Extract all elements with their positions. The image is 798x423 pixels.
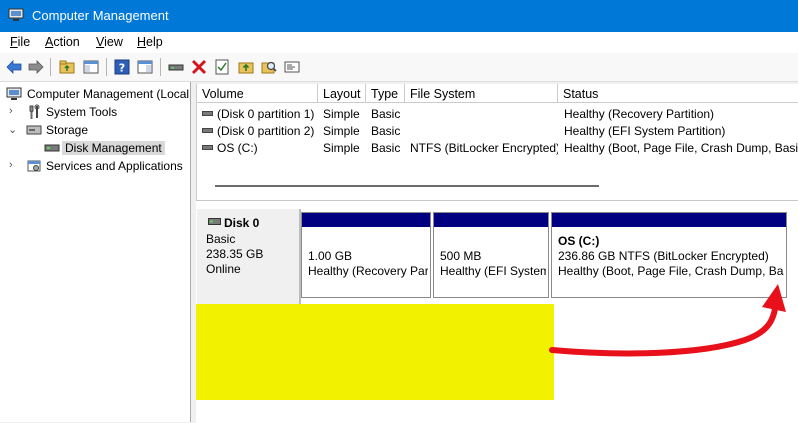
column-header-status[interactable]: Status: [558, 84, 798, 103]
column-header-volume[interactable]: Volume: [197, 84, 318, 103]
partition-recovery[interactable]: 1.00 GB Healthy (Recovery Par: [301, 212, 431, 298]
tree-item-label: Computer Management (Local: [27, 87, 190, 101]
svg-text:?: ?: [119, 62, 125, 75]
volume-list: Volume Layout Type File System Status (D…: [196, 84, 798, 200]
layout-cell: Simple: [323, 107, 360, 121]
status-cell: Healthy (EFI System Partition): [564, 124, 726, 138]
tree-item-label: Storage: [46, 123, 89, 137]
table-row[interactable]: OS (C:) Simple Basic NTFS (BitLocker Enc…: [197, 139, 798, 156]
column-header-type[interactable]: Type: [366, 84, 405, 103]
show-hide-action-pane-icon[interactable]: [136, 58, 154, 76]
volume-cell: OS (C:): [217, 141, 258, 155]
menu-view[interactable]: View: [96, 35, 123, 49]
forward-icon[interactable]: [27, 58, 45, 76]
tree-item-system-tools[interactable]: › System Tools: [0, 103, 190, 121]
disk-name: Disk 0: [224, 216, 260, 230]
disk-type: Basic: [206, 232, 236, 246]
toolbar-separator: [106, 58, 107, 76]
partition-status: Healthy (Boot, Page File, Crash Dump, Ba…: [558, 264, 784, 278]
back-icon[interactable]: [5, 58, 23, 76]
disk-management-icon: [44, 144, 60, 152]
partition-header-bar: [302, 213, 430, 227]
toolbar: ?: [0, 53, 798, 82]
services-icon: [27, 160, 41, 172]
tree-item-computer-management[interactable]: Computer Management (Local: [0, 85, 190, 103]
chevron-right-icon[interactable]: ›: [9, 159, 19, 171]
title-bar: Computer Management: [0, 0, 798, 32]
volume-cell: (Disk 0 partition 2): [217, 124, 315, 138]
navigation-tree: Computer Management (Local › System Tool…: [0, 82, 191, 422]
volume-icon: [202, 128, 213, 133]
partition-size: 236.86 GB NTFS (BitLocker Encrypted): [558, 249, 769, 263]
status-cell: Healthy (Boot, Page File, Crash Dump, Ba…: [564, 141, 798, 155]
computer-management-icon: [8, 8, 24, 21]
toolbar-separator: [160, 58, 161, 76]
tree-item-label: Disk Management: [62, 141, 165, 155]
partition-name: OS (C:): [558, 234, 600, 248]
show-hide-tree-icon[interactable]: [82, 58, 100, 76]
tree-item-services-and-applications[interactable]: › Services and Applications: [0, 157, 190, 175]
partition-status: Healthy (EFI System: [440, 264, 546, 278]
delete-icon[interactable]: [190, 58, 208, 76]
column-header-file-system[interactable]: File System: [405, 84, 558, 103]
menu-file[interactable]: File: [10, 35, 30, 49]
search-icon[interactable]: [260, 58, 278, 76]
tree-item-label: System Tools: [46, 105, 118, 119]
tree-item-storage[interactable]: ⌄ Storage: [0, 121, 190, 139]
layout-cell: Simple: [323, 124, 360, 138]
partition-size: 1.00 GB: [308, 249, 353, 263]
column-header-layout[interactable]: Layout: [318, 84, 366, 103]
partition-header-bar: [552, 213, 786, 227]
partition-header-bar: [434, 213, 548, 227]
menu-bar: File Action View Help: [0, 32, 798, 53]
type-cell: Basic: [371, 107, 401, 121]
window-title: Computer Management: [32, 8, 169, 23]
type-cell: Basic: [371, 141, 401, 155]
partition-efi[interactable]: 500 MB Healthy (EFI System: [433, 212, 549, 298]
horizontal-scrollbar[interactable]: [215, 185, 599, 187]
tree-item-disk-management[interactable]: Disk Management: [0, 139, 190, 157]
tree-item-label: Services and Applications: [46, 159, 183, 173]
disk-icon: [208, 218, 221, 225]
tools-icon: [29, 104, 40, 119]
volume-icon: [202, 145, 213, 150]
folder-up-icon[interactable]: [237, 58, 255, 76]
connect-drive-icon[interactable]: [167, 58, 185, 76]
layout-cell: Simple: [323, 141, 360, 155]
file-system-cell: NTFS (BitLocker Encrypted): [410, 141, 558, 155]
disk-size: 238.35 GB: [206, 247, 264, 261]
table-row[interactable]: (Disk 0 partition 1) Simple Basic Health…: [197, 105, 798, 122]
volume-icon: [202, 111, 213, 116]
disk-state: Online: [206, 262, 241, 276]
properties-icon[interactable]: [213, 58, 231, 76]
disk-0-label[interactable]: Disk 0 Basic 238.35 GB Online: [197, 209, 301, 306]
status-cell: Healthy (Recovery Partition): [564, 107, 715, 121]
chevron-down-icon[interactable]: ⌄: [8, 123, 18, 136]
computer-management-icon: [6, 87, 22, 100]
partition-os-c[interactable]: OS (C:) 236.86 GB NTFS (BitLocker Encryp…: [551, 212, 787, 298]
chevron-right-icon[interactable]: ›: [9, 105, 19, 117]
help-icon[interactable]: ?: [113, 58, 131, 76]
highlight-box: [196, 304, 554, 400]
toolbar-separator: [50, 58, 51, 76]
menu-help[interactable]: Help: [137, 35, 163, 49]
volume-cell: (Disk 0 partition 1): [217, 107, 315, 121]
menu-action[interactable]: Action: [45, 35, 80, 49]
partition-status: Healthy (Recovery Par: [308, 264, 428, 278]
partition-size: 500 MB: [440, 249, 482, 263]
type-cell: Basic: [371, 124, 401, 138]
settings-panel-icon[interactable]: [283, 58, 301, 76]
storage-icon: [26, 125, 42, 135]
table-row[interactable]: (Disk 0 partition 2) Simple Basic Health…: [197, 122, 798, 139]
up-folder-icon[interactable]: [58, 58, 76, 76]
